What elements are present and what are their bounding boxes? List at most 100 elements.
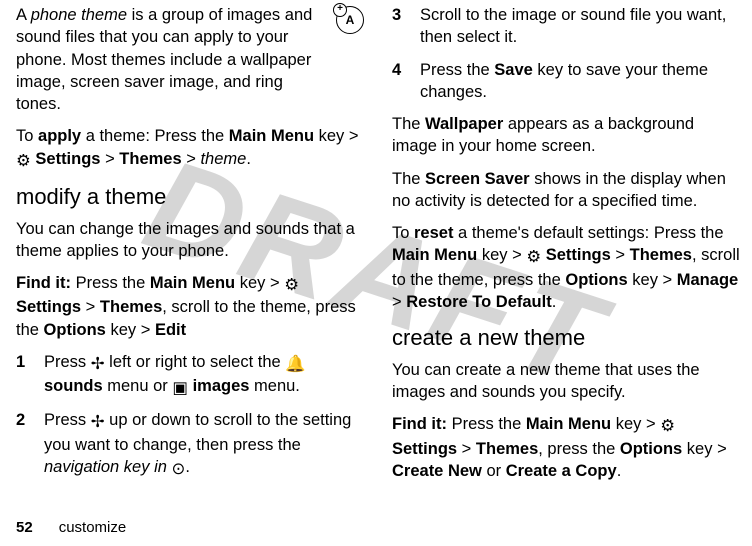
modify-theme-heading: modify a theme [16, 182, 364, 212]
main-menu-key: Main Menu [150, 274, 235, 292]
text: > [81, 298, 100, 316]
text: > [457, 440, 476, 458]
text: > [392, 293, 406, 311]
navigation-key-in: navigation key in [44, 458, 167, 476]
text: Press the [420, 61, 494, 79]
text: a theme: Press the [81, 127, 229, 145]
screensaver-label: Screen Saver [425, 170, 530, 188]
text: Press [44, 411, 91, 429]
themes-label: Themes [630, 246, 692, 264]
intro-paragraph-row: A phone theme is a group of images and s… [16, 4, 364, 125]
step-body: Press the Save key to save your theme ch… [420, 59, 740, 104]
save-key: Save [494, 61, 533, 79]
step-4: 4 Press the Save key to save your theme … [392, 59, 740, 104]
manage-label: Manage [677, 271, 738, 289]
text: . [185, 458, 190, 476]
bell-icon: 🔔 [285, 353, 306, 375]
right-column: 3 Scroll to the image or sound file you … [392, 4, 740, 506]
create-theme-description: You can create a new theme that uses the… [392, 359, 740, 404]
settings-label: Settings [16, 298, 81, 316]
step-body: Scroll to the image or sound file you wa… [420, 4, 740, 49]
page-number: 52 [16, 519, 33, 536]
text: a theme's default settings: Press the [453, 224, 723, 242]
find-it-modify: Find it: Press the Main Menu key > ⚙ Set… [16, 272, 364, 341]
page-footer: 52 customize [16, 518, 126, 538]
themes-label: Themes [119, 150, 181, 168]
settings-icon: ⚙ [526, 246, 541, 268]
settings-label: Settings [546, 246, 611, 264]
create-theme-heading: create a new theme [392, 323, 740, 353]
find-it-create: Find it: Press the Main Menu key > ⚙ Set… [392, 413, 740, 482]
text: left or right to select the [105, 353, 286, 371]
text: The [392, 170, 425, 188]
wallpaper-paragraph: The Wallpaper appears as a background im… [392, 113, 740, 158]
text: . [552, 293, 557, 311]
text: The [392, 115, 425, 133]
themes-label: Themes [100, 298, 162, 316]
text: > [100, 150, 119, 168]
text: , press the [538, 440, 620, 458]
create-new-label: Create New [392, 462, 482, 480]
settings-icon: ⚙ [284, 274, 299, 296]
text: key > [477, 246, 526, 264]
options-key: Options [620, 440, 682, 458]
step-1: 1 Press ✢ left or right to select the 🔔 … [16, 351, 364, 400]
step-2: 2 Press ✢ up or down to scroll to the se… [16, 409, 364, 480]
apply-word: apply [38, 127, 81, 145]
text: key > [682, 440, 726, 458]
edit-label: Edit [155, 321, 186, 339]
step-number: 2 [16, 409, 30, 480]
text: . [246, 150, 251, 168]
center-select-icon: ⊙ [172, 458, 186, 480]
create-copy-label: Create a Copy [506, 462, 617, 480]
text: or [482, 462, 506, 480]
settings-label: Settings [392, 440, 457, 458]
restore-default-label: Restore To Default [406, 293, 551, 311]
main-menu-key: Main Menu [526, 415, 611, 433]
step-3: 3 Scroll to the image or sound file you … [392, 4, 740, 49]
find-it-label: Find it: [392, 415, 447, 433]
step-body: Press ✢ left or right to select the 🔔 so… [44, 351, 364, 400]
options-key: Options [565, 271, 627, 289]
sounds-menu: sounds [44, 377, 103, 395]
reset-word: reset [414, 224, 453, 242]
text: A [16, 6, 31, 24]
text: key > [628, 271, 677, 289]
nav-key-icon: ✢ [91, 411, 105, 433]
step-number: 4 [392, 59, 406, 104]
step-number: 1 [16, 351, 30, 400]
text: To [392, 224, 414, 242]
page-content: A phone theme is a group of images and s… [0, 0, 752, 506]
step-body: Press ✢ up or down to scroll to the sett… [44, 409, 364, 480]
text: Press the [447, 415, 526, 433]
modify-theme-description: You can change the images and sounds tha… [16, 218, 364, 263]
settings-icon: ⚙ [660, 415, 675, 437]
text: > [182, 150, 201, 168]
themes-label: Themes [476, 440, 538, 458]
text: menu or [103, 377, 173, 395]
text: key > [314, 127, 358, 145]
new-feature-badge-icon: A [336, 6, 364, 34]
left-column: A phone theme is a group of images and s… [16, 4, 364, 506]
text: Press [44, 353, 91, 371]
text: Press the [71, 274, 150, 292]
reset-paragraph: To reset a theme's default settings: Pre… [392, 222, 740, 313]
settings-label: Settings [35, 150, 100, 168]
text: . [617, 462, 622, 480]
step-number: 3 [392, 4, 406, 49]
wallpaper-label: Wallpaper [425, 115, 503, 133]
image-icon: ▣ [172, 377, 188, 399]
phone-theme-term: phone theme [31, 6, 127, 24]
images-menu: images [193, 377, 250, 395]
options-key: Options [44, 321, 106, 339]
text: > [611, 246, 630, 264]
screensaver-paragraph: The Screen Saver shows in the display wh… [392, 168, 740, 213]
text: key > [235, 274, 284, 292]
text: To [16, 127, 38, 145]
section-name: customize [59, 519, 127, 536]
main-menu-key: Main Menu [392, 246, 477, 264]
find-it-label: Find it: [16, 274, 71, 292]
text: key > [611, 415, 660, 433]
text: key > [106, 321, 155, 339]
theme-placeholder: theme [200, 150, 246, 168]
